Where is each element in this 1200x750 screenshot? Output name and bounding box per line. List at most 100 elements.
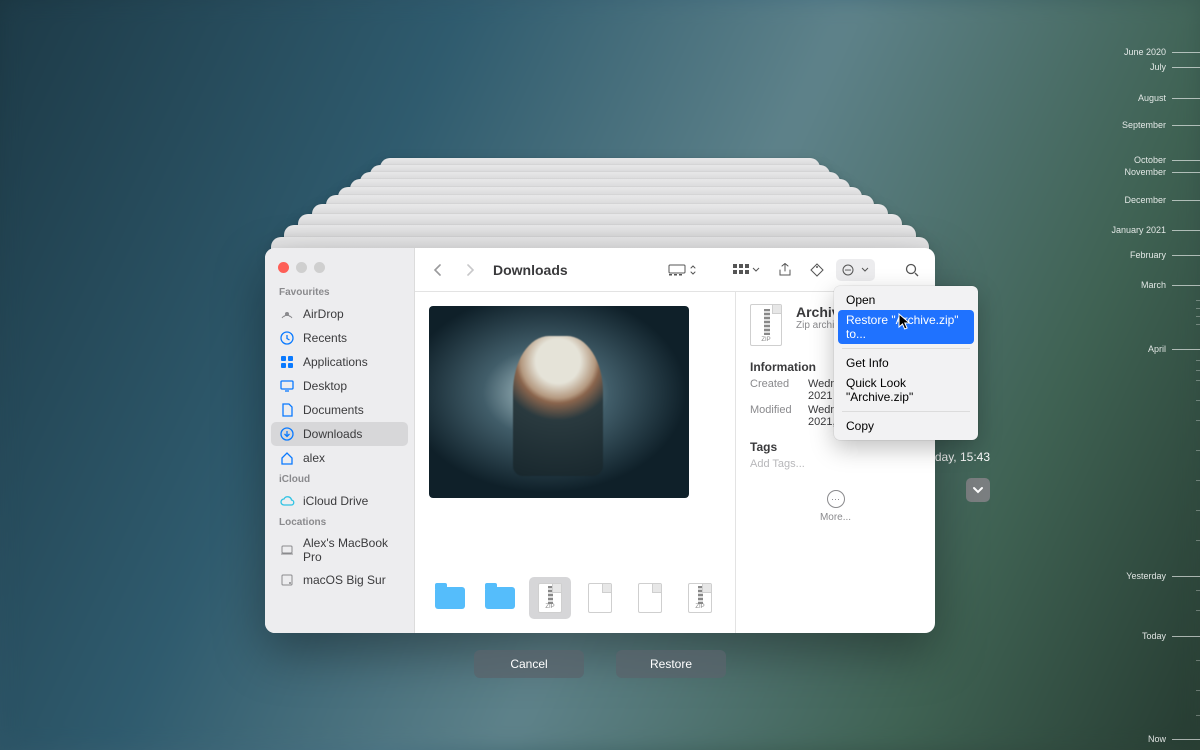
chevron-down-icon — [861, 266, 869, 274]
back-button[interactable] — [425, 259, 451, 281]
timeline-label[interactable]: July — [1150, 62, 1166, 72]
tags-button[interactable] — [804, 259, 830, 281]
chevron-left-icon — [433, 264, 443, 276]
home-icon — [279, 450, 295, 466]
timeline-label[interactable]: February — [1130, 250, 1166, 260]
grid-icon — [733, 264, 749, 276]
timeline-label[interactable]: September — [1122, 120, 1166, 130]
gallery-view-icon — [668, 264, 686, 276]
sidebar-item-label: macOS Big Sur — [303, 573, 386, 587]
tags-header: Tags — [750, 440, 921, 454]
view-mode-button[interactable] — [662, 259, 703, 281]
zip-icon: ZIP — [688, 583, 712, 613]
chevron-down-icon — [971, 483, 985, 497]
sidebar-item-label: Downloads — [303, 427, 362, 441]
sidebar-item-downloads[interactable]: Downloads — [271, 422, 408, 446]
share-icon — [778, 263, 792, 277]
next-snapshot-button[interactable] — [966, 478, 990, 502]
sidebar-item-label: Applications — [303, 355, 368, 369]
search-button[interactable] — [899, 259, 925, 281]
more-button[interactable]: ⋯ More... — [750, 490, 921, 523]
sidebar-item-label: alex — [303, 451, 325, 465]
sidebar-item-label: iCloud Drive — [303, 494, 368, 508]
thumbnail-doc[interactable] — [579, 577, 621, 619]
sidebar-section-header: Favourites — [265, 283, 414, 302]
sidebar-item-label: Desktop — [303, 379, 347, 393]
action-menu-button[interactable] — [836, 259, 875, 281]
timeline-label[interactable]: November — [1124, 167, 1166, 177]
sidebar-section-header: Locations — [265, 513, 414, 532]
timeline-label[interactable]: January 2021 — [1111, 225, 1166, 235]
timeline-label[interactable]: March — [1141, 280, 1166, 290]
thumbnail-zip[interactable]: ZIP — [529, 577, 571, 619]
cancel-button[interactable]: Cancel — [474, 650, 584, 678]
file-preview-image — [429, 306, 689, 498]
thumbnail-zip[interactable]: ZIP — [679, 577, 721, 619]
share-button[interactable] — [772, 259, 798, 281]
chevron-down-icon — [752, 266, 760, 274]
clock-icon — [279, 330, 295, 346]
sidebar-item-label: Recents — [303, 331, 347, 345]
close-window-button[interactable] — [278, 262, 289, 273]
menu-item-open[interactable]: Open — [834, 290, 978, 310]
restore-button[interactable]: Restore — [616, 650, 726, 678]
apps-icon — [279, 354, 295, 370]
menu-item-copy[interactable]: Copy — [834, 416, 978, 436]
menu-item-quick[interactable]: Quick Look "Archive.zip" — [834, 373, 978, 407]
sidebar-item-recents[interactable]: Recents — [265, 326, 414, 350]
disk-icon — [279, 572, 295, 588]
folder-icon — [485, 587, 515, 609]
sidebar-item-desktop[interactable]: Desktop — [265, 374, 414, 398]
timeline-label[interactable]: Today — [1142, 631, 1166, 641]
thumbnail-row: ZIP ZIP — [429, 577, 721, 619]
timeline-label[interactable]: Now — [1148, 734, 1166, 744]
sidebar: Favourites AirDrop Recents Applications Desk… — [265, 248, 415, 633]
sidebar-item-label: AirDrop — [303, 307, 344, 321]
timeline-label[interactable]: August — [1138, 93, 1166, 103]
window-title: Downloads — [493, 262, 568, 278]
download-icon — [279, 426, 295, 442]
thumbnail-doc[interactable] — [629, 577, 671, 619]
group-by-button[interactable] — [727, 259, 766, 281]
sidebar-item-macos-big-sur[interactable]: macOS Big Sur — [265, 568, 414, 592]
doc-icon — [588, 583, 612, 613]
thumbnail-folder[interactable] — [429, 577, 471, 619]
sidebar-item-airdrop[interactable]: AirDrop — [265, 302, 414, 326]
ellipsis-icon: ⋯ — [827, 490, 845, 508]
chevron-updown-icon — [689, 264, 697, 276]
window-controls — [265, 258, 414, 283]
sidebar-section-header: iCloud — [265, 470, 414, 489]
cloud-icon — [279, 493, 295, 509]
timeline-label[interactable]: June 2020 — [1124, 47, 1166, 57]
menu-item-get[interactable]: Get Info — [834, 353, 978, 373]
menu-separator — [842, 348, 970, 349]
gallery-view: ZIP ZIP — [415, 292, 735, 633]
timeline-label[interactable]: April — [1148, 344, 1166, 354]
context-menu: OpenRestore "Archive.zip" to...Get InfoQ… — [834, 286, 978, 440]
desktop-icon — [279, 378, 295, 394]
doc-icon — [279, 402, 295, 418]
chevron-right-icon — [465, 264, 475, 276]
doc-icon — [638, 583, 662, 613]
timeline-label[interactable]: October — [1134, 155, 1166, 165]
action-bar: Cancel Restore — [474, 650, 726, 678]
add-tags-field[interactable]: Add Tags... — [750, 458, 921, 470]
sidebar-item-documents[interactable]: Documents — [265, 398, 414, 422]
folder-icon — [435, 587, 465, 609]
menu-separator — [842, 411, 970, 412]
zip-file-icon: ZIP — [750, 304, 786, 348]
airdrop-icon — [279, 306, 295, 322]
sidebar-item-applications[interactable]: Applications — [265, 350, 414, 374]
thumbnail-folder[interactable] — [479, 577, 521, 619]
sidebar-item-alex[interactable]: alex — [265, 446, 414, 470]
sidebar-item-icloud-drive[interactable]: iCloud Drive — [265, 489, 414, 513]
search-icon — [905, 263, 919, 277]
minimize-window-button[interactable] — [296, 262, 307, 273]
timeline-label[interactable]: December — [1124, 195, 1166, 205]
sidebar-item-alex-s-macbook-pro[interactable]: Alex's MacBook Pro — [265, 532, 414, 568]
forward-button[interactable] — [457, 259, 483, 281]
timeline[interactable]: June 2020 July August September October … — [1060, 0, 1200, 750]
timeline-label[interactable]: Yesterday — [1126, 571, 1166, 581]
zip-icon: ZIP — [538, 583, 562, 613]
zoom-window-button[interactable] — [314, 262, 325, 273]
